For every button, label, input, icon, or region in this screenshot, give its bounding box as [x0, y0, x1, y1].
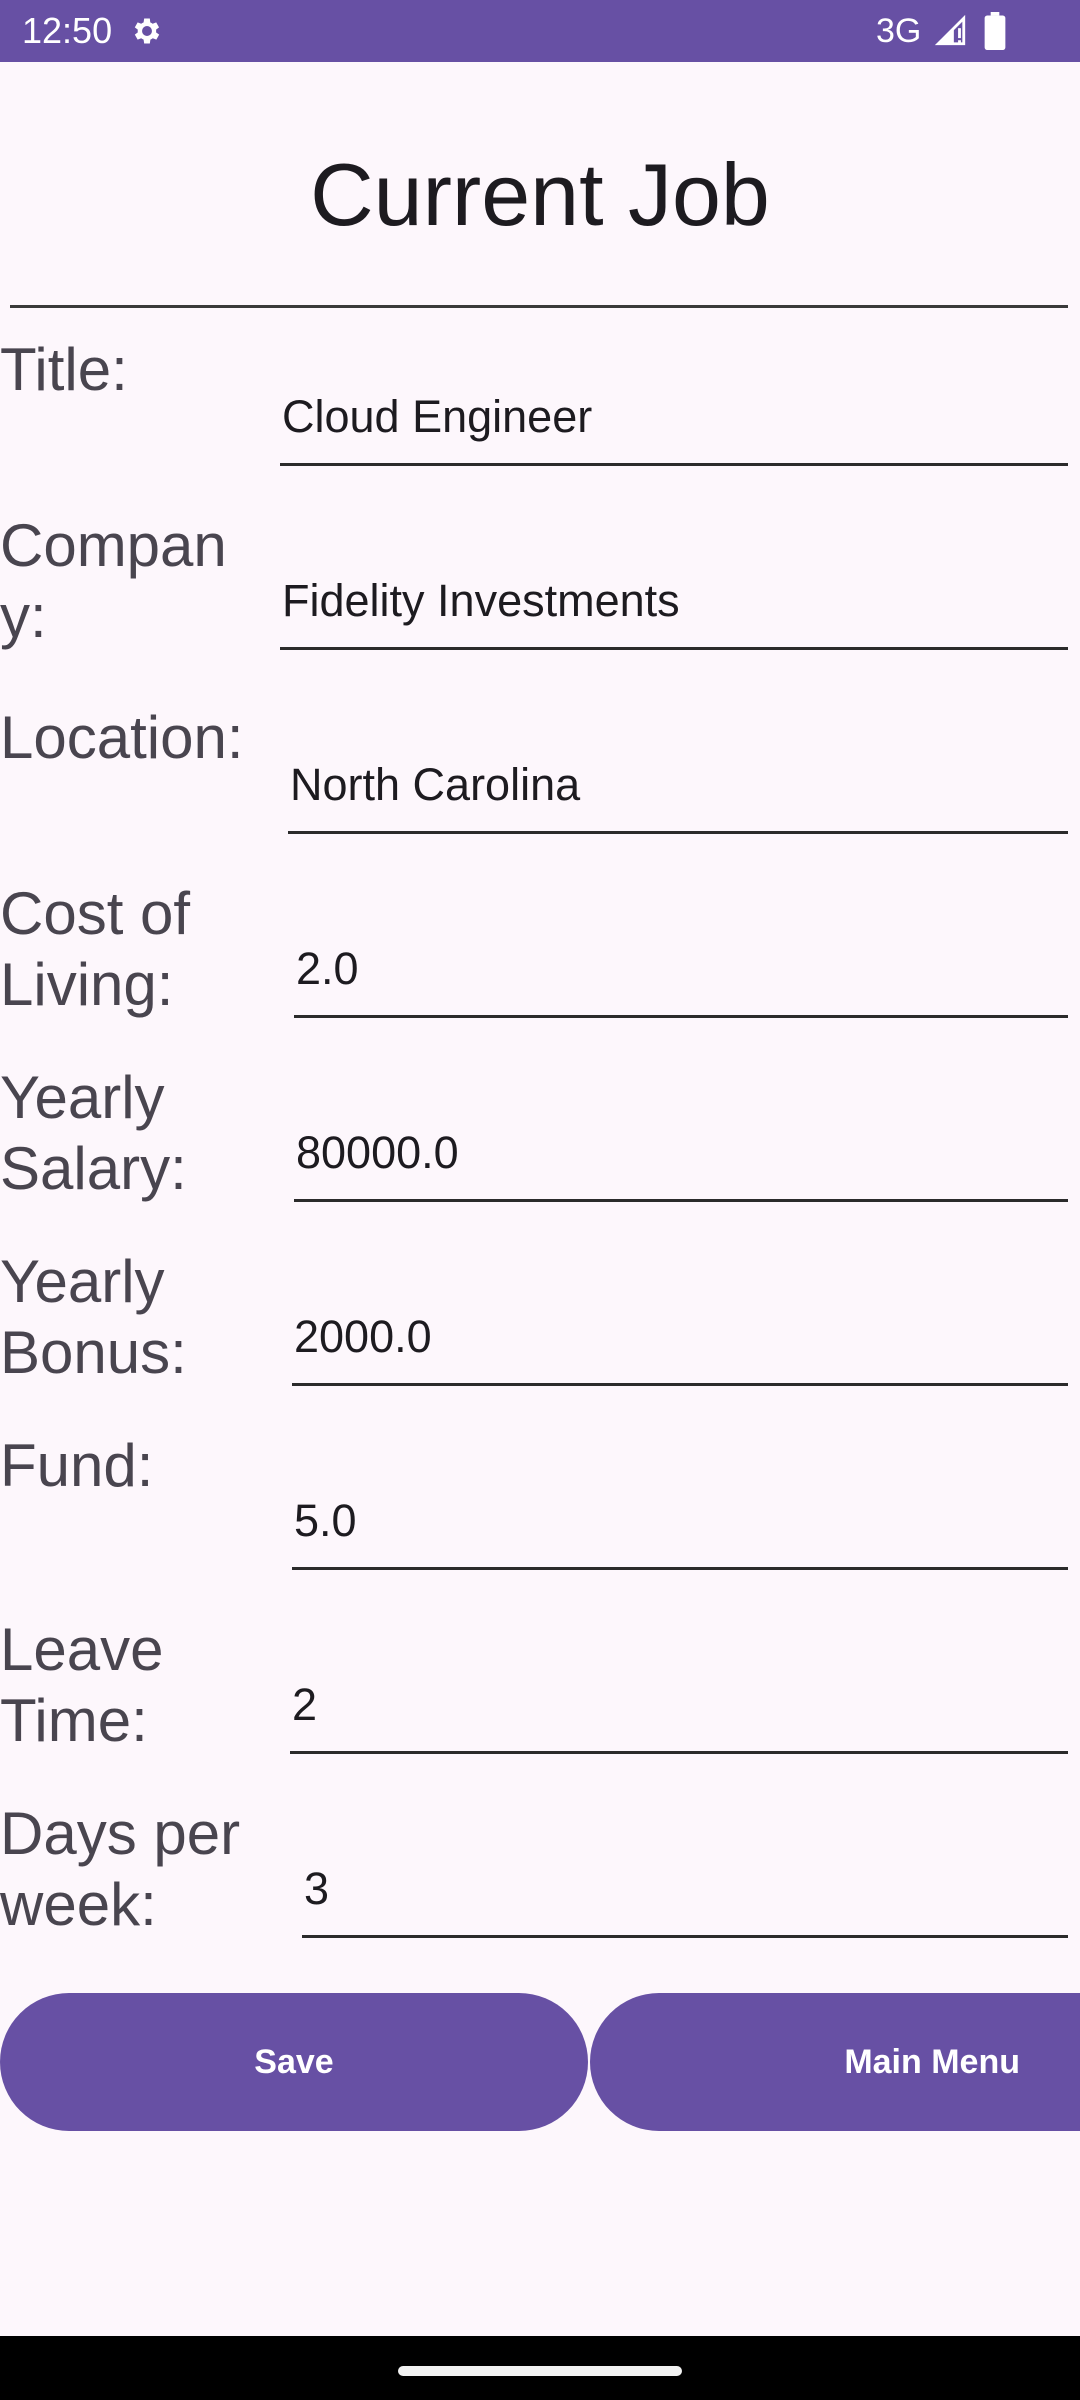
home-handle[interactable]	[398, 2366, 682, 2376]
form-row-leave-time: Leave Time:	[0, 1594, 1080, 1778]
leave-time-input[interactable]	[290, 1658, 1068, 1754]
title-label: Title:	[0, 336, 128, 403]
form-row-company: Company:	[0, 490, 1080, 674]
status-bar: 12:50 3G	[0, 0, 1080, 62]
location-input[interactable]	[288, 738, 1068, 834]
form-row-days-per-week: Days per week:	[0, 1778, 1080, 1962]
gear-icon	[134, 18, 160, 44]
days-per-week-input[interactable]	[302, 1842, 1068, 1938]
main-menu-button[interactable]: Main Menu	[590, 1993, 1080, 2131]
cost-of-living-label: Cost of Living:	[0, 880, 191, 1018]
yearly-salary-label: Yearly Salary:	[0, 1064, 187, 1202]
fund-input[interactable]	[292, 1474, 1068, 1570]
form-row-cost-of-living: Cost of Living:	[0, 858, 1080, 1042]
form-row-location: Location:	[0, 674, 1080, 858]
form-row-yearly-bonus: Yearly Bonus:	[0, 1226, 1080, 1410]
cost-of-living-input[interactable]	[294, 922, 1068, 1018]
yearly-bonus-label: Yearly Bonus:	[0, 1248, 187, 1386]
yearly-salary-input[interactable]	[294, 1106, 1068, 1202]
days-per-week-label: Days per week:	[0, 1800, 241, 1938]
form-row-fund: Fund:	[0, 1410, 1080, 1594]
battery-icon	[984, 12, 1006, 50]
signal-icon	[934, 14, 966, 46]
navigation-bar	[0, 2336, 1080, 2400]
company-label: Company:	[0, 512, 227, 650]
fund-label: Fund:	[0, 1432, 154, 1499]
title-input[interactable]	[280, 370, 1068, 466]
network-type-label: 3G	[876, 12, 922, 50]
page-title: Current Job	[310, 145, 770, 244]
status-time: 12:50	[22, 10, 113, 51]
location-label: Location:	[0, 704, 244, 771]
save-button[interactable]: Save	[0, 1993, 588, 2131]
company-input[interactable]	[280, 554, 1068, 650]
leave-time-label: Leave Time:	[0, 1616, 164, 1754]
yearly-bonus-input[interactable]	[292, 1290, 1068, 1386]
form-row-title: Title:	[0, 306, 1080, 490]
form-row-yearly-salary: Yearly Salary:	[0, 1042, 1080, 1226]
